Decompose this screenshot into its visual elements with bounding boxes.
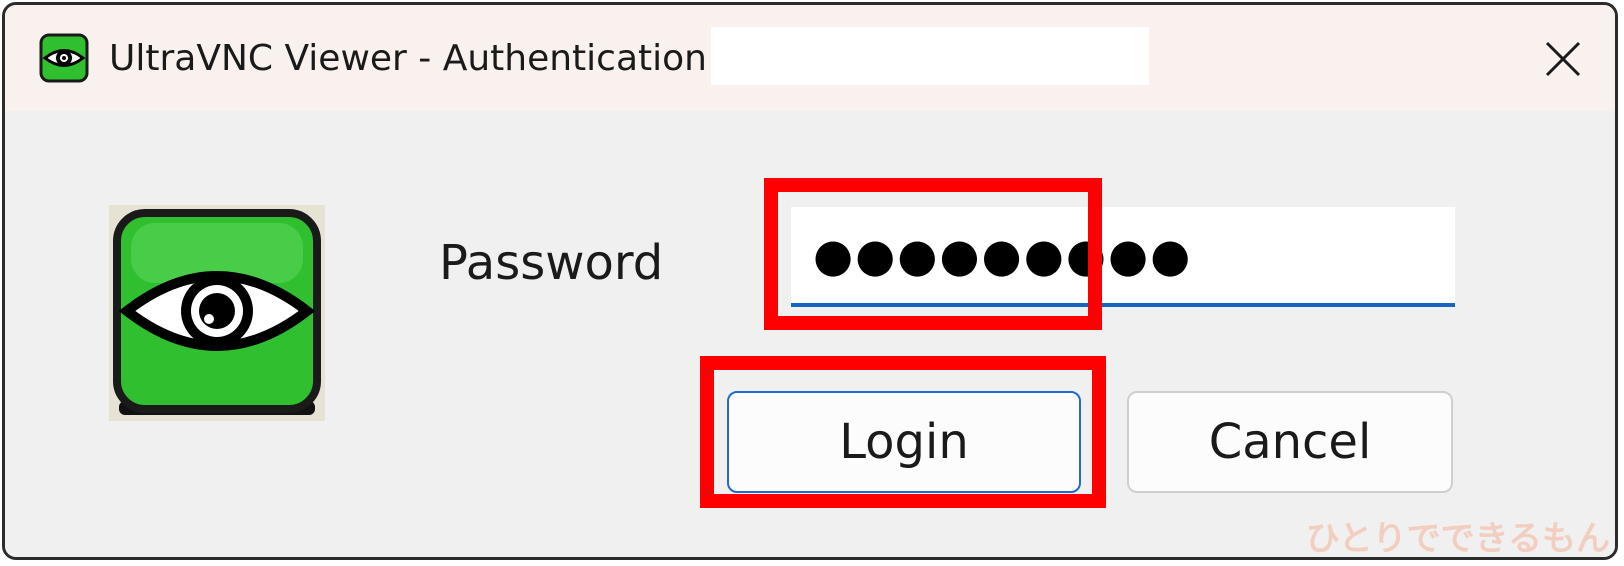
close-button[interactable] — [1535, 31, 1591, 87]
dialog-body: Password ●●●●●●●●● Login Cancel — [5, 111, 1615, 557]
auth-dialog-window: UltraVNC Viewer - Authentication Passwor… — [2, 2, 1618, 560]
password-field[interactable]: ●●●●●●●●● — [791, 207, 1455, 307]
cancel-button[interactable]: Cancel — [1127, 391, 1453, 493]
ultravnc-eye-icon — [39, 33, 89, 83]
title-bar: UltraVNC Viewer - Authentication — [5, 5, 1615, 111]
watermark-text: ひとりでできるもん — [1305, 519, 1610, 559]
close-icon — [1545, 41, 1581, 77]
login-button[interactable]: Login — [727, 391, 1081, 493]
ultravnc-logo-icon — [109, 205, 325, 421]
redacted-title-area — [711, 27, 1149, 85]
password-label: Password — [439, 235, 664, 291]
window-title: UltraVNC Viewer - Authentication — [109, 38, 707, 79]
